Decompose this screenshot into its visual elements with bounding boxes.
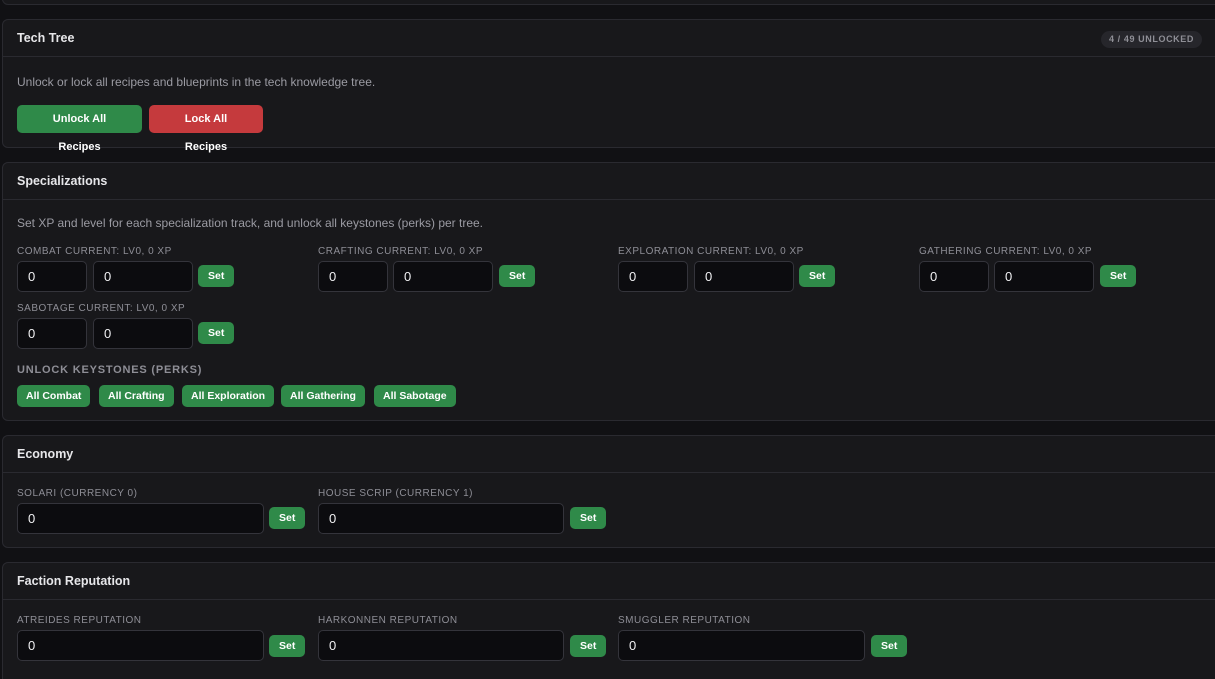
solari-label: SOLARI (CURRENCY 0): [17, 488, 138, 499]
economy-title: Economy: [17, 447, 74, 461]
specializations-panel: Specializations Set XP and level for eac…: [2, 162, 1215, 421]
tech-tree-description: Unlock or lock all recipes and blueprint…: [17, 75, 376, 89]
keystones-label: UNLOCK KEYSTONES (PERKS): [17, 364, 203, 376]
tech-tree-title: Tech Tree: [17, 31, 75, 45]
faction-reputation-header: Faction Reputation: [3, 563, 1215, 600]
gathering-set-button[interactable]: Set: [1100, 265, 1137, 287]
harkonnen-input[interactable]: [318, 630, 564, 661]
unlock-all-crafting-button[interactable]: All Crafting: [99, 385, 174, 407]
exploration-set-button[interactable]: Set: [799, 265, 836, 287]
atreides-set-button[interactable]: Set: [269, 635, 306, 657]
unlock-all-combat-button[interactable]: All Combat: [17, 385, 91, 407]
tech-tree-header: Tech Tree 4 / 49 UNLOCKED: [3, 20, 1215, 57]
sabotage-set-button[interactable]: Set: [198, 322, 235, 344]
specializations-header: Specializations: [3, 163, 1215, 200]
exploration-xp-input[interactable]: [694, 261, 794, 292]
gathering-level-input[interactable]: [919, 261, 989, 292]
harkonnen-label: HARKONNEN REPUTATION: [318, 615, 458, 626]
gathering-track-label: GATHERING CURRENT: LV0, 0 XP: [919, 246, 1093, 257]
crafting-xp-input[interactable]: [393, 261, 493, 292]
solari-set-button[interactable]: Set: [269, 507, 306, 529]
crafting-track-label: CRAFTING CURRENT: LV0, 0 XP: [318, 246, 484, 257]
house-scrip-label: HOUSE SCRIP (CURRENCY 1): [318, 488, 473, 499]
combat-level-input[interactable]: [17, 261, 87, 292]
specializations-description: Set XP and level for each specialization…: [17, 216, 484, 230]
unlocked-count-badge: 4 / 49 UNLOCKED: [1100, 31, 1202, 48]
faction-reputation-title: Faction Reputation: [17, 574, 131, 588]
unlock-all-sabotage-button[interactable]: All Sabotage: [374, 385, 456, 407]
atreides-label: ATREIDES REPUTATION: [17, 615, 142, 626]
gathering-xp-input[interactable]: [994, 261, 1094, 292]
unlock-all-recipes-button[interactable]: Unlock All Recipes: [17, 105, 142, 153]
specializations-title: Specializations: [17, 174, 108, 188]
solari-input[interactable]: [17, 503, 264, 534]
unlock-all-gathering-button[interactable]: All Gathering: [281, 385, 365, 407]
smuggler-set-button[interactable]: Set: [871, 635, 908, 657]
faction-reputation-panel: Faction Reputation ATREIDES REPUTATION S…: [2, 562, 1215, 679]
previous-panel-edge: [2, 0, 1215, 5]
sabotage-level-input[interactable]: [17, 318, 87, 349]
combat-set-button[interactable]: Set: [198, 265, 235, 287]
sabotage-track-label: SABOTAGE CURRENT: LV0, 0 XP: [17, 303, 186, 314]
harkonnen-set-button[interactable]: Set: [570, 635, 607, 657]
exploration-level-input[interactable]: [618, 261, 688, 292]
crafting-level-input[interactable]: [318, 261, 388, 292]
house-scrip-input[interactable]: [318, 503, 564, 534]
exploration-track-label: EXPLORATION CURRENT: LV0, 0 XP: [618, 246, 804, 257]
lock-all-recipes-button[interactable]: Lock All Recipes: [149, 105, 263, 153]
economy-panel: Economy SOLARI (CURRENCY 0) Set HOUSE SC…: [2, 435, 1215, 548]
smuggler-input[interactable]: [618, 630, 865, 661]
unlock-all-exploration-button[interactable]: All Exploration: [182, 385, 275, 407]
combat-track-label: COMBAT CURRENT: LV0, 0 XP: [17, 246, 172, 257]
combat-xp-input[interactable]: [93, 261, 193, 292]
sabotage-xp-input[interactable]: [93, 318, 193, 349]
atreides-input[interactable]: [17, 630, 264, 661]
house-scrip-set-button[interactable]: Set: [570, 507, 607, 529]
economy-header: Economy: [3, 436, 1215, 473]
smuggler-label: SMUGGLER REPUTATION: [618, 615, 751, 626]
tech-tree-panel: Tech Tree 4 / 49 UNLOCKED Unlock or lock…: [2, 19, 1215, 153]
crafting-set-button[interactable]: Set: [499, 265, 536, 287]
